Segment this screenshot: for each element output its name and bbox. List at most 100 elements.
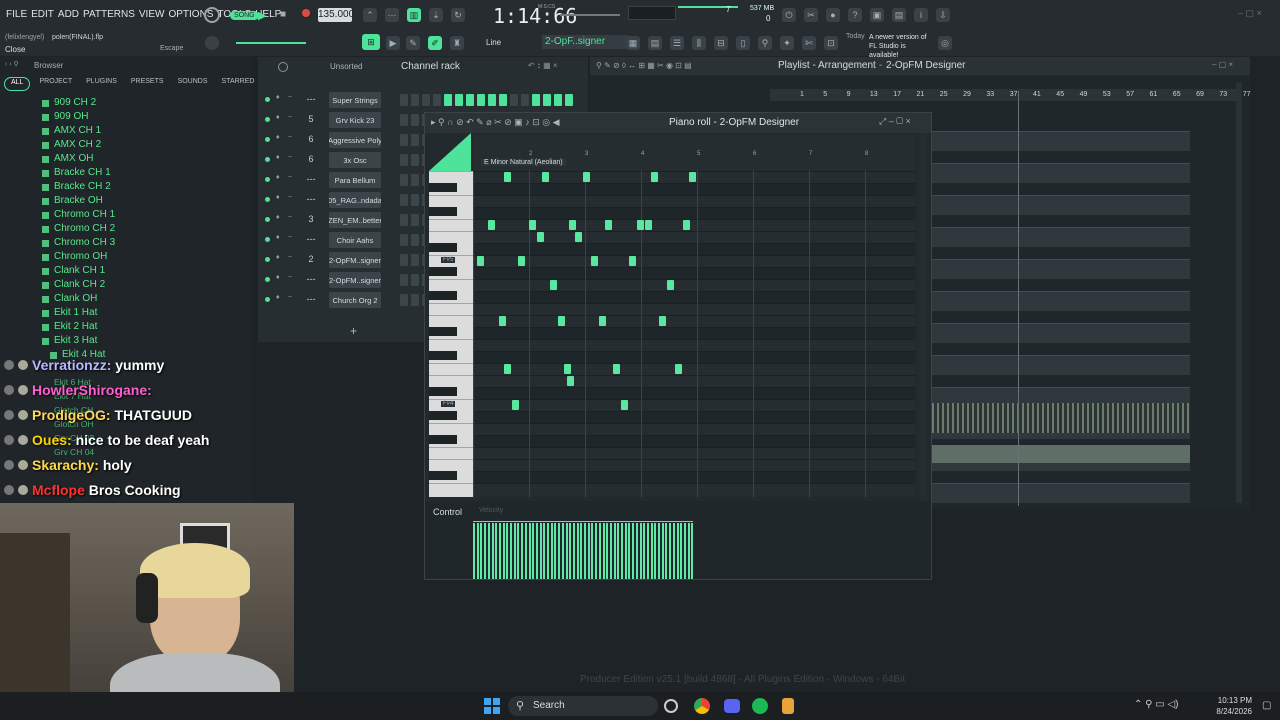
song-mode-toggle[interactable]: SONG (230, 11, 259, 20)
velocity-bar[interactable] (676, 523, 679, 579)
channel-rack-controls[interactable]: ↶ ↕ ▦ × (528, 61, 558, 70)
note[interactable] (667, 280, 675, 290)
pattern-select[interactable]: 2-OpF..signer (542, 35, 628, 49)
channel-rack-icon[interactable]: ☰ (670, 36, 684, 50)
velocity-bar[interactable] (628, 523, 631, 579)
channel-mixer-track[interactable]: --- (304, 94, 318, 104)
note[interactable] (612, 364, 620, 374)
velocity-bar[interactable] (565, 523, 568, 579)
velocity-bar[interactable] (606, 523, 609, 579)
mixer-icon[interactable]: ⫼ (692, 36, 706, 50)
browser-nav-icons[interactable]: ‹ › ⚲ (5, 60, 19, 68)
catalog-icon[interactable]: ▯ (736, 36, 750, 50)
channel-mute-icon[interactable]: ♦ (276, 114, 280, 121)
add-channel-button[interactable]: + (350, 324, 357, 338)
step-pad[interactable] (521, 94, 529, 106)
note[interactable] (566, 376, 574, 386)
channel-mute-icon[interactable]: ♦ (276, 194, 280, 201)
velocity-bar[interactable] (558, 523, 561, 579)
playlist-clip[interactable] (932, 259, 1190, 279)
menu-file[interactable]: FILE (6, 9, 27, 20)
velocity-bar[interactable] (635, 523, 638, 579)
note[interactable] (477, 256, 484, 266)
channel-mute-icon[interactable]: ♦ (276, 154, 280, 161)
step-pad[interactable] (400, 114, 408, 126)
note[interactable] (542, 172, 550, 182)
note[interactable] (599, 316, 607, 326)
note[interactable] (504, 364, 512, 374)
channel-mute-icon[interactable]: ♦ (276, 254, 280, 261)
channel-mute-icon[interactable]: ♦ (276, 214, 280, 221)
pianoroll-icon[interactable]: ▤ (648, 36, 662, 50)
channel-mute-icon[interactable]: ♦ (276, 274, 280, 281)
playlist-clip[interactable] (932, 227, 1190, 247)
piano-keyboard[interactable]: F#5 F#4 (429, 171, 473, 497)
velocity-bar[interactable] (487, 523, 490, 579)
browser-item[interactable]: AMX OH (54, 153, 93, 164)
channel-led-icon[interactable] (265, 297, 270, 302)
step-pad[interactable] (532, 94, 540, 106)
download-icon[interactable]: ⇩ (936, 8, 950, 22)
velocity-bar[interactable] (665, 523, 668, 579)
step-pad[interactable] (400, 134, 408, 146)
step-pad[interactable] (411, 194, 419, 206)
velocity-bar[interactable] (561, 523, 564, 579)
step-pad[interactable] (411, 134, 419, 146)
note[interactable] (658, 316, 666, 326)
velocity-bar[interactable] (595, 523, 598, 579)
note[interactable] (574, 232, 582, 242)
chat-username[interactable]: HowlerShirogane: (32, 382, 152, 398)
playlist-tracks[interactable] (932, 101, 1232, 503)
control-select[interactable]: Control (433, 507, 462, 517)
note[interactable] (629, 256, 637, 266)
velocity-bar[interactable] (569, 523, 572, 579)
velocity-bar[interactable] (543, 523, 546, 579)
step-pad[interactable] (499, 94, 507, 106)
note[interactable] (517, 256, 525, 266)
velocity-bar[interactable] (584, 523, 586, 579)
browser-item[interactable]: Ekit 2 Hat (54, 321, 97, 332)
velocity-bar[interactable] (517, 523, 520, 579)
browser-tab-project[interactable]: PROJECT (34, 77, 77, 91)
arrow-icon[interactable]: ▶ (386, 36, 400, 50)
channel-pan-icon[interactable]: − (288, 214, 292, 221)
step-pad[interactable] (411, 254, 419, 266)
playlist-clip[interactable] (932, 163, 1190, 183)
velocity-bar[interactable] (554, 523, 557, 579)
plugin-icon[interactable]: ▤ (892, 8, 906, 22)
velocity-bar[interactable] (476, 523, 479, 579)
channel-name-button[interactable]: 3x Osc (329, 152, 381, 168)
browser-item[interactable]: AMX CH 1 (54, 125, 101, 136)
mic-icon[interactable]: ● (826, 8, 840, 22)
note[interactable] (620, 400, 628, 410)
piano-roll-ruler[interactable] (473, 135, 915, 173)
channel-mute-icon[interactable]: ♦ (276, 134, 280, 141)
menu-patterns[interactable]: PATTERNS (83, 9, 135, 20)
step-pad[interactable] (400, 94, 408, 106)
channel-mixer-track[interactable]: 2 (304, 254, 318, 264)
menu-view[interactable]: VIEW (139, 9, 165, 20)
step-pad[interactable] (411, 274, 419, 286)
channel-pan-icon[interactable]: − (288, 194, 292, 201)
step-pad[interactable] (400, 234, 408, 246)
channel-row[interactable]: ♦ − --- Super Strings (258, 91, 588, 109)
channel-led-icon[interactable] (265, 237, 270, 242)
note[interactable] (683, 220, 691, 230)
channel-name-button[interactable]: 2-OpFM..signer (329, 272, 381, 288)
step-pad[interactable] (400, 154, 408, 166)
velocity-bar[interactable] (658, 523, 660, 579)
channel-led-icon[interactable] (265, 97, 270, 102)
step-pad[interactable] (488, 94, 496, 106)
browser-item[interactable]: Chromo CH 3 (54, 237, 115, 248)
channel-filter[interactable]: Unsorted (330, 62, 362, 71)
help-icon[interactable]: ? (848, 8, 862, 22)
clock-time[interactable]: 10:13 PM (1212, 696, 1252, 705)
stop-icon[interactable]: ■ (280, 9, 286, 20)
record-icon[interactable] (302, 9, 310, 17)
channel-mute-icon[interactable]: ♦ (276, 234, 280, 241)
black-key[interactable] (429, 207, 457, 216)
countdown-icon[interactable]: ▥ (407, 8, 421, 22)
channel-mixer-track[interactable]: --- (304, 234, 318, 244)
channel-led-icon[interactable] (265, 197, 270, 202)
channel-pan-icon[interactable]: − (288, 94, 292, 101)
